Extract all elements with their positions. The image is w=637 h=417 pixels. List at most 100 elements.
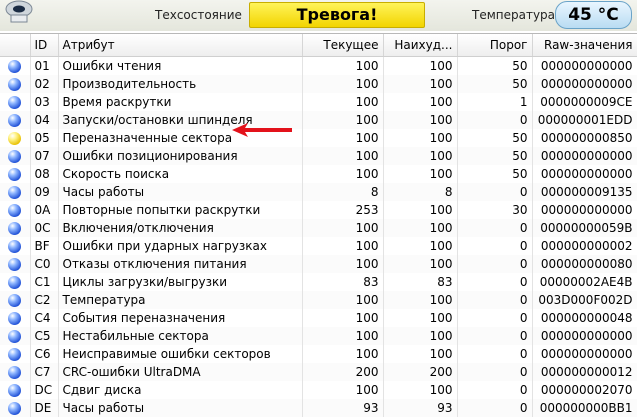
table-row[interactable]: C2 Температура 100 100 0 003D000F002D <box>0 291 637 309</box>
column-header-id[interactable]: ID <box>30 34 59 57</box>
current-cell: 100 <box>302 291 384 309</box>
raw-cell: 000000000850 <box>532 129 637 147</box>
raw-cell: 000000000080 <box>532 255 637 273</box>
worst-cell: 100 <box>383 129 458 147</box>
attribute-cell: Циклы загрузки/выгрузки <box>58 273 303 291</box>
health-status-badge[interactable]: Тревога! <box>249 2 425 28</box>
id-cell: 07 <box>30 147 59 165</box>
current-cell: 83 <box>302 273 384 291</box>
id-cell: C4 <box>30 309 59 327</box>
smart-attributes-table: ID Атрибут Текущее Наихуд... Порог Raw-з… <box>0 33 637 417</box>
threshold-cell: 0 <box>457 345 533 363</box>
column-header-worst[interactable]: Наихуд... <box>383 34 458 57</box>
worst-cell: 100 <box>383 345 458 363</box>
worst-cell: 100 <box>383 255 458 273</box>
id-cell: C0 <box>30 255 59 273</box>
table-row[interactable]: 08 Скорость поиска 100 100 50 000000000000 <box>0 165 637 183</box>
column-header-attribute[interactable]: Атрибут <box>58 34 303 57</box>
ok-status-icon <box>8 384 22 397</box>
table-row[interactable]: 03 Время раскрутки 100 100 1 0000000009CE <box>0 93 637 111</box>
column-header-threshold[interactable]: Порог <box>457 34 533 57</box>
caution-status-icon <box>8 132 22 145</box>
table-row[interactable]: 09 Часы работы 8 8 0 000000009135 <box>0 183 637 201</box>
table-row[interactable]: C7 CRC-ошибки UltraDMA 200 200 0 000000000012 <box>0 363 637 381</box>
attribute-cell: Нестабильные сектора <box>58 327 303 345</box>
attribute-cell: Отказы отключения питания <box>58 255 303 273</box>
table-row[interactable]: C1 Циклы загрузки/выгрузки 83 83 0 00000002AE… <box>0 273 637 291</box>
threshold-cell: 0 <box>457 219 533 237</box>
raw-cell: 000000000000 <box>532 165 637 183</box>
id-cell: 0A <box>30 201 59 219</box>
table-row[interactable]: 01 Ошибки чтения 100 100 50 000000000000 <box>0 56 637 75</box>
id-cell: C5 <box>30 327 59 345</box>
raw-cell: 003D000F002D <box>532 291 637 309</box>
threshold-cell: 30 <box>457 201 533 219</box>
table-row[interactable]: DE Часы работы 93 93 0 000000000BB1 <box>0 399 637 417</box>
threshold-cell: 1 <box>457 93 533 111</box>
table-row[interactable]: 0C Включения/отключения 100 100 0 00000000059… <box>0 219 637 237</box>
attribute-cell: Ошибки чтения <box>58 56 303 75</box>
table-row[interactable]: 04 Запуски/остановки шпинделя 100 100 0 00000… <box>0 111 637 129</box>
status-cell <box>0 75 31 93</box>
table-row[interactable]: C5 Нестабильные сектора 100 100 0 00000000000… <box>0 327 637 345</box>
raw-cell: 000000009135 <box>532 183 637 201</box>
status-cell <box>0 165 31 183</box>
current-cell: 253 <box>302 201 384 219</box>
ok-status-icon <box>8 186 22 199</box>
status-cell <box>0 111 31 129</box>
table-row[interactable]: C4 События переназначения 100 100 0 000000000… <box>0 309 637 327</box>
table-row[interactable]: 02 Производительность 100 100 50 000000000000 <box>0 75 637 93</box>
attribute-cell: Включения/отключения <box>58 219 303 237</box>
id-cell: C2 <box>30 291 59 309</box>
attribute-cell: Время раскрутки <box>58 93 303 111</box>
drive-icon <box>5 0 33 23</box>
attribute-cell: События переназначения <box>58 309 303 327</box>
worst-cell: 200 <box>383 363 458 381</box>
id-cell: 0C <box>30 219 59 237</box>
threshold-cell: 0 <box>457 399 533 417</box>
raw-cell: 000000002070 <box>532 381 637 399</box>
table-row[interactable]: C0 Отказы отключения питания 100 100 0 000000… <box>0 255 637 273</box>
status-cell <box>0 255 31 273</box>
ok-status-icon <box>8 258 22 271</box>
table-row[interactable]: BF Ошибки при ударных нагрузках 100 100 0 000… <box>0 237 637 255</box>
threshold-cell: 0 <box>457 309 533 327</box>
worst-cell: 100 <box>383 93 458 111</box>
column-header-current[interactable]: Текущее <box>302 34 384 57</box>
threshold-cell: 0 <box>457 237 533 255</box>
current-cell: 100 <box>302 75 384 93</box>
status-cell <box>0 237 31 255</box>
threshold-cell: 50 <box>457 147 533 165</box>
status-cell <box>0 399 31 417</box>
current-cell: 8 <box>302 183 384 201</box>
column-header-raw[interactable]: Raw-значения <box>532 34 637 57</box>
ok-status-icon <box>8 402 22 415</box>
raw-cell: 0000000009CE <box>532 93 637 111</box>
table-row[interactable]: 0A Повторные попытки раскрутки 253 100 30 000… <box>0 201 637 219</box>
current-cell: 100 <box>302 255 384 273</box>
table-row[interactable]: C6 Неисправимые ошибки секторов 100 100 0 000… <box>0 345 637 363</box>
id-cell: 03 <box>30 93 59 111</box>
table-row[interactable]: 07 Ошибки позиционирования 100 100 50 0000000… <box>0 147 637 165</box>
threshold-cell: 50 <box>457 165 533 183</box>
status-cell <box>0 183 31 201</box>
current-cell: 100 <box>302 129 384 147</box>
table-row[interactable]: DC Сдвиг диска 100 100 0 000000002070 <box>0 381 637 399</box>
current-cell: 100 <box>302 219 384 237</box>
id-cell: DC <box>30 381 59 399</box>
raw-cell: 000000000BB1 <box>532 399 637 417</box>
temperature-value[interactable]: 45 °C <box>555 1 632 29</box>
current-cell: 93 <box>302 399 384 417</box>
raw-cell: 000000000048 <box>532 309 637 327</box>
attribute-cell: Температура <box>58 291 303 309</box>
status-cell <box>0 381 31 399</box>
attribute-cell: Ошибки при ударных нагрузках <box>58 237 303 255</box>
status-cell <box>0 56 31 75</box>
id-cell: 01 <box>30 56 59 75</box>
threshold-cell: 0 <box>457 327 533 345</box>
ok-status-icon <box>8 204 22 217</box>
ok-status-icon <box>8 78 22 91</box>
column-header-status[interactable] <box>0 34 31 57</box>
table-row[interactable]: 05 Переназначенные сектора 100 100 50 0000000… <box>0 129 637 147</box>
raw-cell: 000000000000 <box>532 327 637 345</box>
